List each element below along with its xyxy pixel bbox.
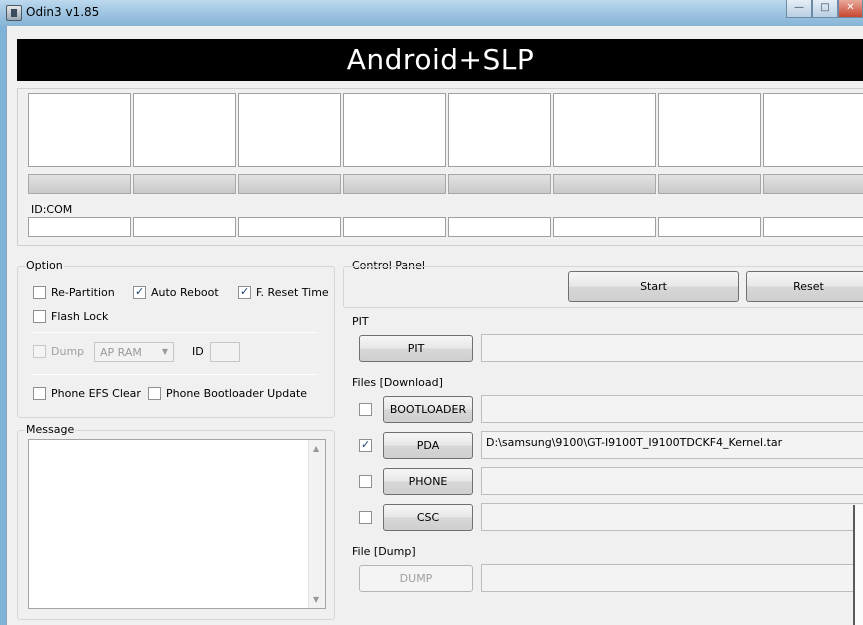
window-title: Odin3 v1.85 — [26, 5, 100, 19]
port-slot — [343, 93, 446, 167]
dump-type-select[interactable]: AP RAM ▼ — [94, 342, 174, 362]
title-bar: Odin3 v1.85 — □ ✕ — [0, 0, 863, 26]
message-textarea[interactable]: ▲ ▼ — [28, 439, 326, 609]
phone-efs-clear-checkbox[interactable] — [33, 387, 46, 400]
phone-efs-clear-label: Phone EFS Clear — [51, 387, 141, 400]
phone-bootloader-update-checkbox[interactable] — [148, 387, 161, 400]
background-window-edge — [853, 505, 863, 625]
pit-path-field[interactable] — [481, 334, 863, 362]
re-partition-label: Re-Partition — [51, 286, 115, 299]
pda-checkbox[interactable] — [359, 438, 372, 452]
id-label: ID — [192, 345, 204, 358]
files-download-label: Files [Download] — [351, 376, 444, 389]
port-progress-bar — [28, 174, 131, 194]
option-separator — [33, 332, 317, 333]
flash-lock-checkbox[interactable] — [33, 310, 46, 323]
port-progress-bar — [763, 174, 863, 194]
port-progress-bar — [133, 174, 236, 194]
port-progress-bar — [658, 174, 761, 194]
id-com-label: ID:COM — [31, 203, 73, 216]
port-slot — [553, 93, 656, 167]
csc-button[interactable]: CSC — [383, 504, 473, 531]
chevron-down-icon: ▼ — [161, 347, 168, 356]
odin-app-icon — [6, 5, 22, 21]
id-com-cell — [658, 217, 761, 237]
id-com-cell — [343, 217, 446, 237]
message-group-label: Message — [25, 423, 76, 436]
scroll-down-arrow-icon[interactable]: ▼ — [313, 595, 319, 604]
odin-window: Android+SLP ID:COM Option Re-Partition A… — [6, 26, 863, 625]
port-progress-bar — [553, 174, 656, 194]
phone-bootloader-update-label: Phone Bootloader Update — [166, 387, 308, 400]
phone-button[interactable]: PHONE — [383, 468, 473, 495]
id-input[interactable] — [210, 342, 240, 362]
id-com-cell — [238, 217, 341, 237]
dump-button[interactable]: DUMP — [359, 565, 473, 592]
port-progress-bar — [238, 174, 341, 194]
option-separator — [33, 374, 317, 375]
banner: Android+SLP — [17, 39, 863, 81]
id-com-cell — [763, 217, 863, 237]
reset-button[interactable]: Reset — [746, 271, 863, 302]
id-com-cell — [553, 217, 656, 237]
phone-path-field[interactable] — [481, 467, 863, 495]
csc-checkbox[interactable] — [359, 511, 372, 524]
csc-path-field[interactable] — [481, 503, 863, 531]
port-slot — [238, 93, 341, 167]
port-slot — [28, 93, 131, 167]
pit-group-label: PIT — [351, 315, 370, 328]
dump-checkbox[interactable] — [33, 345, 46, 358]
f-reset-time-label: F. Reset Time — [256, 286, 329, 299]
window-controls: — □ ✕ — [786, 0, 863, 20]
auto-reboot-checkbox[interactable] — [133, 285, 146, 299]
f-reset-time-checkbox[interactable] — [238, 285, 251, 299]
dump-type-value: AP RAM — [100, 346, 142, 359]
message-scrollbar[interactable]: ▲ ▼ — [308, 440, 325, 608]
bootloader-path-field[interactable] — [481, 395, 863, 423]
file-dump-label: File [Dump] — [351, 545, 417, 558]
port-progress-bar — [343, 174, 446, 194]
pda-path-field[interactable]: D:\samsung\9100\GT-I9100T_I9100TDCKF4_Ke… — [481, 431, 863, 459]
port-progress-bar — [448, 174, 551, 194]
close-button[interactable]: ✕ — [838, 0, 863, 18]
id-com-cell — [133, 217, 236, 237]
re-partition-checkbox[interactable] — [33, 286, 46, 299]
start-button[interactable]: Start — [568, 271, 739, 302]
dump-path-field[interactable] — [481, 564, 863, 592]
port-slot — [133, 93, 236, 167]
pda-button[interactable]: PDA — [383, 432, 473, 459]
port-slot — [448, 93, 551, 167]
pit-button[interactable]: PIT — [359, 335, 473, 362]
port-slot — [763, 93, 863, 167]
flash-lock-label: Flash Lock — [51, 310, 109, 323]
minimize-button[interactable]: — — [786, 0, 812, 18]
scroll-up-arrow-icon[interactable]: ▲ — [313, 444, 319, 453]
port-slot — [658, 93, 761, 167]
id-com-cell — [28, 217, 131, 237]
bootloader-button[interactable]: BOOTLOADER — [383, 396, 473, 423]
auto-reboot-label: Auto Reboot — [151, 286, 219, 299]
option-group-label: Option — [25, 259, 64, 272]
dump-label: Dump — [51, 345, 85, 358]
id-com-cell — [448, 217, 551, 237]
bootloader-checkbox[interactable] — [359, 403, 372, 416]
phone-checkbox[interactable] — [359, 475, 372, 488]
maximize-button[interactable]: □ — [812, 0, 838, 18]
